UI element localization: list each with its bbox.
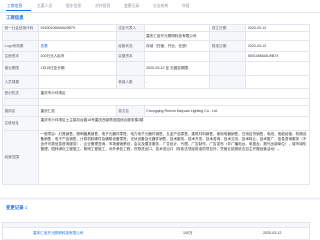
value-empty xyxy=(246,76,310,88)
value-approval-date: 2020-03-12 xyxy=(246,41,310,51)
label-empty xyxy=(210,32,247,40)
value-address: 重庆市沙坪坝区土主镇月台路18号重庆西部物流园综合服务楼3楼 xyxy=(39,117,310,130)
label-reg-capital: 注册资本 xyxy=(3,52,39,61)
page-root: 工商信息 主要人员 股东信息 对外投资 变更记录 分支机构 年报 工商信息 统一… xyxy=(0,0,320,240)
tab-annual-report[interactable]: 年报 xyxy=(182,2,190,10)
value-term-a: 1月15日至长期 xyxy=(39,62,117,75)
value-empty xyxy=(246,62,310,75)
label-empty xyxy=(3,32,39,40)
label-former-name: 曾用名 xyxy=(3,106,39,116)
tab-shareholders[interactable]: 股东信息 xyxy=(66,2,81,10)
label-insured: 参保人数 xyxy=(116,76,145,88)
value-english-name: Chongqing Renxin Kaiyuan Lighting Co., L… xyxy=(145,106,310,116)
label-logo: Logo有效期 xyxy=(3,41,39,51)
value-status: 存续（在营、开业、在册） xyxy=(145,41,211,51)
label-address: 注册地址 xyxy=(3,117,39,130)
label-approval-date: 核准日期 xyxy=(210,41,247,51)
value-authority: 重庆市沙坪坝区 xyxy=(39,89,310,98)
tab-branches[interactable]: 分支机构 xyxy=(153,2,168,10)
section-title-change-records: 变更记录 1 xyxy=(6,205,27,210)
label-empty xyxy=(210,62,247,75)
value-legal-rep xyxy=(145,25,211,31)
label-empty xyxy=(116,62,145,75)
label-empty xyxy=(116,32,145,40)
info-row: Logo有效期 查看 经营状态 存续（在营、开业、在册） 核准日期 2020-0… xyxy=(3,41,310,52)
section2-count: 1 xyxy=(24,205,28,210)
tab-key-personnel[interactable]: 主要人员 xyxy=(37,2,52,10)
info-row: 曾用名 重庆仁信 英文名 Chongqing Renxin Kaiyuan Li… xyxy=(3,106,310,117)
view-logo-link[interactable]: 查看 xyxy=(39,41,117,51)
value-term: 2020-03-12 至 无固定期限 xyxy=(145,62,211,75)
section-title-business-info: 工商信息 xyxy=(6,15,24,20)
info-row: 统一社会信用代码 91500106MA5U9B7X 法定代表人 成立日期 202… xyxy=(3,25,310,32)
tab-bar: 工商信息 主要人员 股东信息 对外投资 变更记录 分支机构 年报 xyxy=(0,0,320,13)
tab-change-records[interactable]: 变更记录 xyxy=(124,2,139,10)
info-row: 注册地址 重庆市沙坪坝区土主镇月台路18号重庆西部物流园综合服务楼3楼 xyxy=(3,117,310,131)
label-business-scope: 经营范围 xyxy=(3,131,39,184)
tab-business-info[interactable]: 工商信息 xyxy=(7,2,22,10)
label-empty xyxy=(3,99,39,105)
label-authority: 登记机关 xyxy=(3,89,39,98)
section-divider xyxy=(0,197,320,200)
value-insured: - xyxy=(145,76,211,88)
info-row: 注册资本 100万元人民币 实缴资本 500106MA5U9B7X xyxy=(3,52,310,62)
list-item-name[interactable]: 重庆仁信开元照明科技有限公司 xyxy=(33,231,83,235)
value-former-name: 重庆仁信 xyxy=(39,106,117,116)
value-empty xyxy=(246,32,310,40)
info-row xyxy=(3,99,310,106)
info-row: 营业期限 1月15日至长期 2020-03-12 至 无固定期限 xyxy=(3,62,310,76)
value-empty xyxy=(39,32,117,40)
list-item-date: 2020-03-12 xyxy=(263,231,282,236)
value-empty xyxy=(39,99,310,105)
tab-investments[interactable]: 对外投资 xyxy=(95,2,110,10)
label-staff-size: 人员规模 xyxy=(3,76,39,88)
info-row: 人员规模 参保人数 - xyxy=(3,76,310,89)
value-reg-number: 500106MA5U9B7X xyxy=(246,52,310,61)
label-legal-rep: 法定代表人 xyxy=(116,25,145,31)
value-est-date: 2020-03-12 xyxy=(246,25,310,31)
section2-title-text: 变更记录 xyxy=(6,205,24,210)
label-paid-capital: 实缴资本 xyxy=(116,52,145,61)
value-staff-size xyxy=(39,76,117,88)
business-info-table: 统一社会信用代码 91500106MA5U9B7X 法定代表人 成立日期 202… xyxy=(2,24,310,185)
list-item[interactable]: 重庆仁信开元照明科技有限公司 100万 2020-03-12 xyxy=(2,228,310,240)
list-item-amount: 100万 xyxy=(183,231,193,236)
divider xyxy=(0,11,320,13)
label-english-name: 英文名 xyxy=(116,106,145,116)
value-business-scope: 一般项目：灯具销售，照明器具销售，电子元器件零售，电力电子元器件销售，五金产品零… xyxy=(39,131,310,184)
value-credit-code: 91500106MA5U9B7X xyxy=(39,25,117,31)
label-status: 经营状态 xyxy=(116,41,145,51)
label-est-date: 成立日期 xyxy=(210,25,247,31)
label-empty xyxy=(210,76,247,88)
info-row: 登记机关 重庆市沙坪坝区 xyxy=(3,89,310,99)
label-empty xyxy=(210,52,247,61)
label-term: 营业期限 xyxy=(3,62,39,75)
value-company-name: 重庆仁信开元照明科技有限公司 xyxy=(145,32,211,40)
info-row: 经营范围 一般项目：灯具销售，照明器具销售，电子元器件零售，电力电子元器件销售，… xyxy=(3,131,310,185)
label-credit-code: 统一社会信用代码 xyxy=(3,25,39,31)
value-paid-capital xyxy=(145,52,211,61)
value-reg-capital: 100万元人民币 xyxy=(39,52,117,61)
info-row: 重庆仁信开元照明科技有限公司 xyxy=(3,32,310,41)
